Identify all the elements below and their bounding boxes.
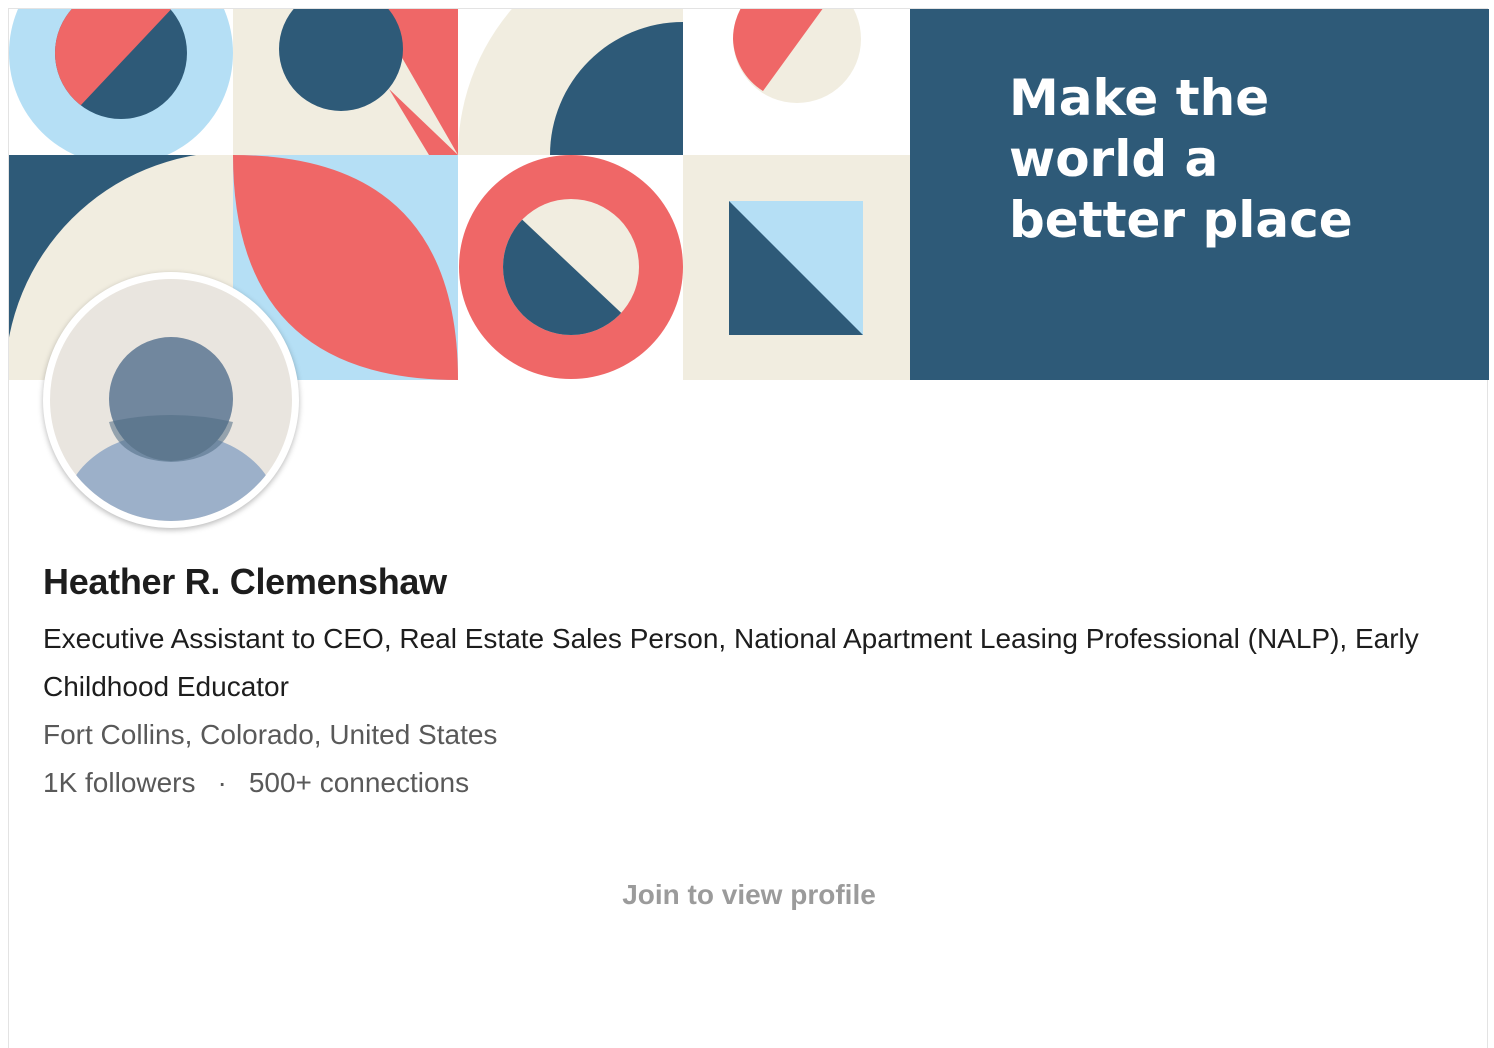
stats-separator: · [217, 767, 227, 798]
join-to-view-profile-button[interactable]: Join to view profile [9, 871, 1489, 919]
profile-location: Fort Collins, Colorado, United States [43, 719, 498, 750]
profile-name: Heather R. Clemenshaw [43, 561, 447, 602]
followers-count: 1K followers [43, 767, 196, 798]
banner-tagline-line-2: world a [1009, 130, 1218, 188]
default-person-avatar-icon [44, 273, 298, 527]
profile-headline: Executive Assistant to CEO, Real Estate … [43, 623, 1419, 702]
profile-avatar [43, 272, 299, 528]
profile-stats: 1K followers · 500+ connections [43, 759, 469, 807]
banner-tagline-line-1: Make the [1009, 69, 1269, 127]
profile-card: Make the world a better place Heather R.… [8, 8, 1489, 1048]
banner-tagline-line-3: better place [1009, 191, 1353, 249]
connections-count: 500+ connections [248, 767, 470, 798]
